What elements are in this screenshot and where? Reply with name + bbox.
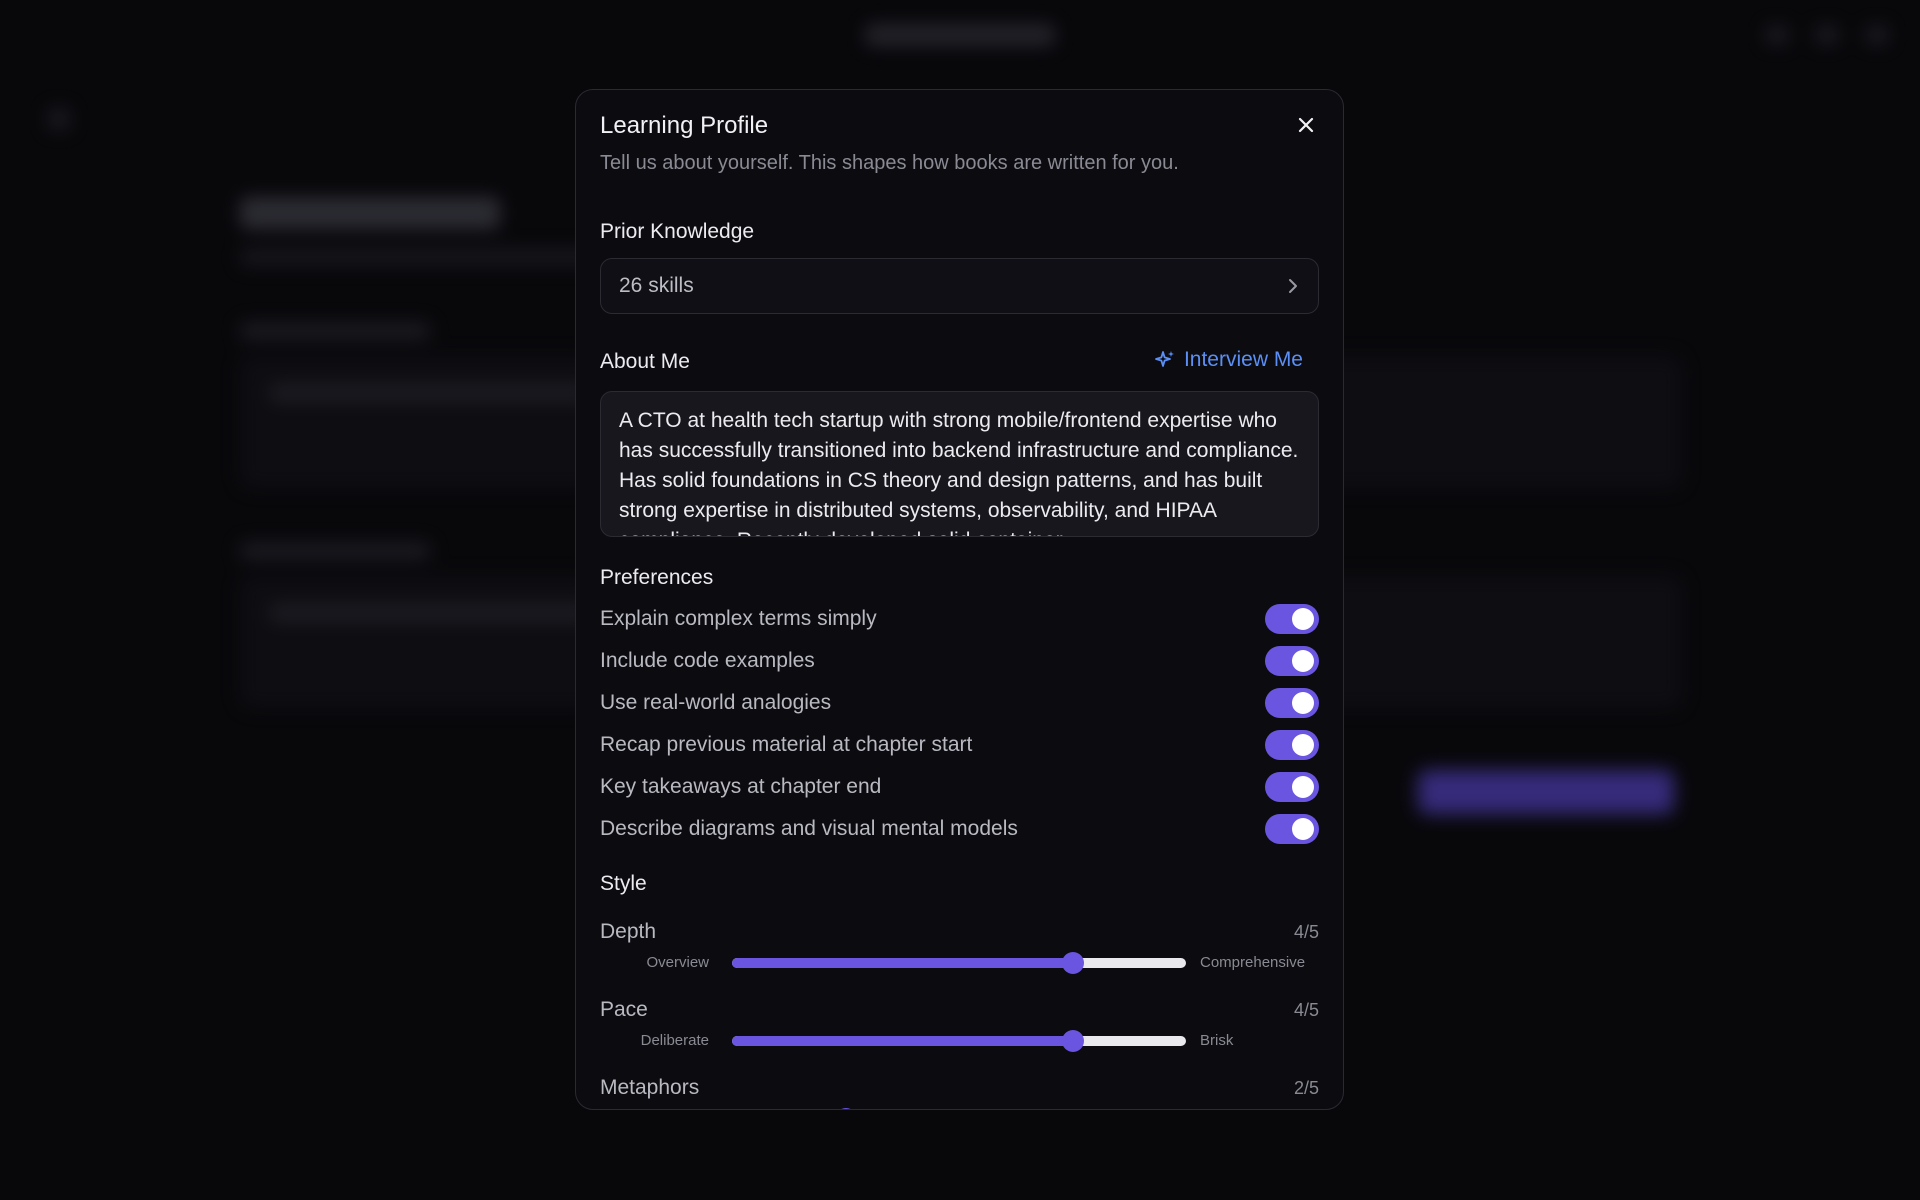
- bg-primary-button: [1418, 770, 1674, 814]
- slider-thumb[interactable]: [1061, 952, 1084, 974]
- preference-label: Include code examples: [600, 649, 815, 672]
- slider-track[interactable]: [732, 952, 1186, 974]
- slider-track[interactable]: [732, 1030, 1186, 1052]
- slider-name: Metaphors: [600, 1076, 700, 1099]
- bg-heading: [240, 197, 500, 229]
- slider-min-label: Deliberate: [640, 1032, 709, 1049]
- preference-row: Use real-world analogies: [600, 686, 1319, 720]
- toggle-knob: [1292, 818, 1314, 840]
- bg-line: [270, 384, 590, 402]
- slider-value: 4/5: [1293, 1000, 1319, 1020]
- interview-me-label: Interview Me: [1183, 348, 1303, 371]
- preference-label: Explain complex terms simply: [600, 607, 877, 630]
- preference-toggle[interactable]: [1265, 730, 1319, 760]
- sparkle-icon: [1155, 351, 1174, 367]
- slider-min-label: Overview: [646, 954, 709, 971]
- preference-toggle[interactable]: [1265, 604, 1319, 634]
- preference-label: Use real-world analogies: [600, 691, 832, 714]
- preference-row: Recap previous material at chapter start: [600, 728, 1319, 762]
- slider-value: 2/5: [1293, 1078, 1319, 1098]
- preference-label: Key takeaways at chapter end: [600, 775, 882, 798]
- bg-line: [270, 604, 590, 622]
- preference-label: Describe diagrams and visual mental mode…: [600, 817, 1018, 840]
- close-icon: [1298, 117, 1314, 133]
- slider-name: Depth: [600, 920, 657, 943]
- slider-max-label: Comprehensive: [1200, 954, 1306, 971]
- slider-fill: [732, 958, 1073, 968]
- bg-top-icon: [1816, 26, 1838, 44]
- bg-top-icon: [1766, 26, 1788, 44]
- bg-back-icon: [48, 108, 70, 130]
- toggle-knob: [1292, 650, 1314, 672]
- preference-row: Key takeaways at chapter end: [600, 770, 1319, 804]
- bg-top-icon: [1866, 26, 1888, 44]
- preference-toggle[interactable]: [1265, 688, 1319, 718]
- about-me-textarea[interactable]: A CTO at health tech startup with strong…: [600, 391, 1319, 537]
- bg-label: [240, 542, 430, 560]
- bg-label: [240, 322, 430, 340]
- slider-thumb[interactable]: [834, 1108, 857, 1109]
- chevron-right-icon: [1289, 279, 1297, 293]
- style-label: Style: [600, 872, 647, 895]
- slider: Overview Comprehensive: [600, 952, 1319, 974]
- learning-profile-modal: Learning Profile Tell us about yourself.…: [575, 89, 1344, 1110]
- preferences-label: Preferences: [600, 566, 714, 589]
- interview-me-button[interactable]: Interview Me: [1154, 348, 1303, 372]
- toggle-knob: [1292, 776, 1314, 798]
- modal-subtitle: Tell us about yourself. This shapes how …: [600, 152, 1179, 174]
- slider-fill: [732, 1036, 1073, 1046]
- slider-max-label: Brisk: [1200, 1032, 1234, 1049]
- preference-toggle[interactable]: [1265, 772, 1319, 802]
- preference-toggle[interactable]: [1265, 646, 1319, 676]
- toggle-knob: [1292, 692, 1314, 714]
- preference-row: Explain complex terms simply: [600, 602, 1319, 636]
- prior-knowledge-select[interactable]: 26 skills: [600, 258, 1319, 314]
- about-me-label: About Me: [600, 350, 690, 373]
- slider-thumb[interactable]: [1061, 1030, 1084, 1052]
- slider-name: Pace: [600, 998, 648, 1021]
- preference-toggle[interactable]: [1265, 814, 1319, 844]
- prior-knowledge-label: Prior Knowledge: [600, 220, 755, 243]
- modal-title: Learning Profile: [600, 112, 769, 139]
- prior-knowledge-value: 26 skills: [619, 274, 694, 297]
- slider-value: 4/5: [1293, 922, 1319, 942]
- toggle-knob: [1292, 608, 1314, 630]
- preference-row: Describe diagrams and visual mental mode…: [600, 812, 1319, 846]
- bg-app-title: [865, 24, 1055, 46]
- slider: Deliberate Brisk: [600, 1030, 1319, 1052]
- toggle-knob: [1292, 734, 1314, 756]
- close-button[interactable]: [1293, 112, 1319, 138]
- preference-row: Include code examples: [600, 644, 1319, 678]
- preference-label: Recap previous material at chapter start: [600, 733, 973, 756]
